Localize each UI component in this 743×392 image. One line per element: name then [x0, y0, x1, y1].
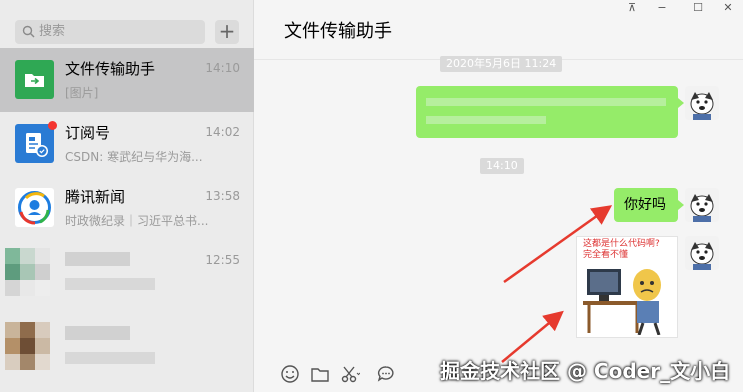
conversation-item-subscriptions[interactable]: 订阅号 14:02 CSDN: 寒武纪与华为海...: [0, 112, 254, 176]
conversation-time: 13:58: [205, 189, 240, 203]
annotation-arrows: [501, 205, 613, 363]
conversation-time: 12:55: [205, 253, 240, 267]
conversation-item-file-transfer[interactable]: 文件传输助手 14:10 [图片]: [0, 48, 254, 112]
tencent-news-logo-icon: [18, 191, 51, 225]
blurred-name: [65, 326, 130, 340]
conversation-preview: CSDN: 寒武纪与华为海...: [65, 150, 203, 164]
conversation-name: 腾讯新闻: [65, 188, 126, 206]
chat-panel: 文件传输助手 ⊼ − ☐ ✕ 2020年5月6日 11:24 14:10 你好吗: [254, 0, 743, 392]
blurred-name: [65, 252, 130, 266]
folder-icon[interactable]: [310, 364, 330, 384]
chat-history-icon[interactable]: [376, 364, 396, 384]
watermark: 掘金技术社区 @ Coder_文小白: [440, 359, 731, 383]
conversation-sidebar: 搜索 + 文件传输助手 14:10 [图片] 订阅号 14:02 CSDN: 寒…: [0, 0, 254, 392]
conversation-item-blurred-1[interactable]: 12:55: [0, 240, 254, 304]
unread-dot: [48, 121, 57, 130]
annotation-arrow: [503, 205, 613, 284]
subscription-icon: [26, 133, 48, 157]
conversation-name: 文件传输助手: [65, 60, 156, 78]
blurred-preview: [65, 352, 155, 364]
blurred-avatar: [5, 248, 50, 296]
search-icon: [22, 25, 35, 38]
conversation-name: 订阅号: [65, 124, 111, 142]
tencent-news-avatar: [15, 188, 54, 227]
screenshot-scissors-icon[interactable]: [340, 364, 360, 384]
search-placeholder: 搜索: [39, 24, 66, 39]
search-input[interactable]: 搜索: [15, 20, 205, 44]
add-chat-button[interactable]: +: [215, 20, 239, 44]
folder-arrow-icon: [25, 74, 44, 87]
file-transfer-avatar: [15, 60, 54, 99]
conversation-item-blurred-2[interactable]: [0, 304, 254, 392]
conversation-item-tencent-news[interactable]: 腾讯新闻 13:58 时政微纪录｜习近平总书...: [0, 176, 254, 240]
blurred-preview: [65, 278, 155, 290]
conversation-time: 14:02: [205, 125, 240, 139]
subscriptions-avatar: [15, 121, 57, 163]
conversation-preview: 时政微纪录｜习近平总书...: [65, 214, 209, 228]
conversation-time: 14:10: [205, 61, 240, 75]
blurred-avatar: [5, 322, 50, 370]
conversation-preview: [图片]: [65, 86, 99, 100]
emoji-icon[interactable]: [280, 364, 300, 384]
